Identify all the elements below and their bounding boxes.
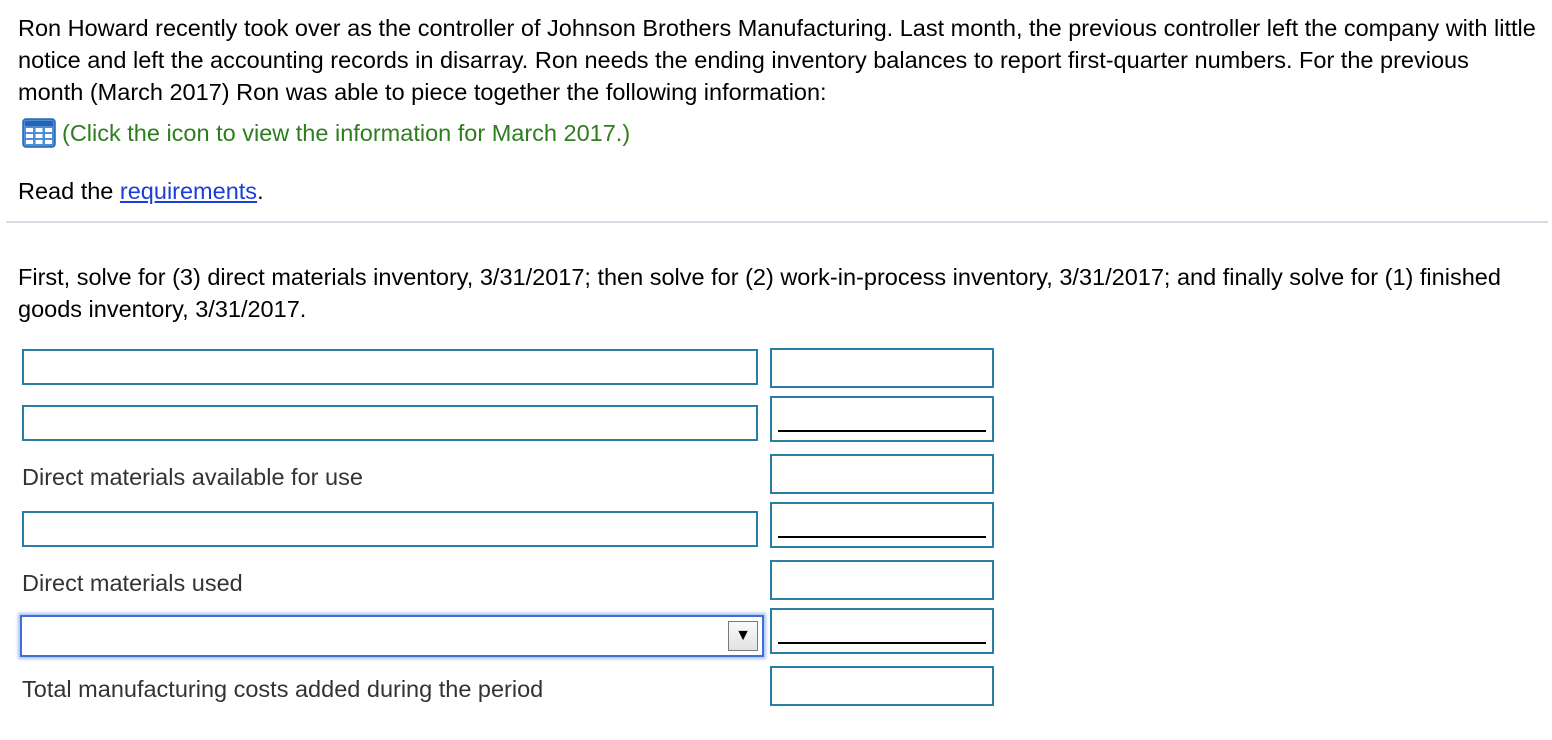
row1-amount-input[interactable] <box>770 348 994 388</box>
row7-amount-input[interactable] <box>770 666 994 706</box>
row1-label-input[interactable] <box>22 349 758 385</box>
march-info-link[interactable]: (Click the icon to view the information … <box>22 117 630 149</box>
row2-subtotal-underline <box>778 430 986 432</box>
row3-label: Direct materials available for use <box>22 464 363 490</box>
row5-amount-input[interactable] <box>770 560 994 600</box>
row6-label-select[interactable]: ▼ <box>20 615 764 657</box>
read-requirements-prefix: Read the <box>18 178 120 204</box>
read-requirements-suffix: . <box>257 178 264 204</box>
row2-amount-input[interactable] <box>770 396 994 442</box>
row5-label: Direct materials used <box>22 570 243 596</box>
row6-amount-input[interactable] <box>770 608 994 654</box>
instructions-text: First, solve for (3) direct materials in… <box>18 264 1501 322</box>
section-divider <box>6 221 1548 223</box>
row6-subtotal-underline <box>778 642 986 644</box>
problem-intro: Ron Howard recently took over as the con… <box>18 15 1536 105</box>
row4-amount-input[interactable] <box>770 502 994 548</box>
row7-label: Total manufacturing costs added during t… <box>22 676 544 702</box>
row4-subtotal-underline <box>778 536 986 538</box>
read-requirements-line: Read the requirements. <box>18 175 264 207</box>
row2-label-input[interactable] <box>22 405 758 441</box>
row4-label-input[interactable] <box>22 511 758 547</box>
requirements-link[interactable]: requirements <box>120 178 257 204</box>
dropdown-arrow-icon[interactable]: ▼ <box>728 621 758 651</box>
table-grid-icon[interactable] <box>22 118 56 148</box>
march-info-text[interactable]: (Click the icon to view the information … <box>62 117 630 149</box>
row3-amount-input[interactable] <box>770 454 994 494</box>
